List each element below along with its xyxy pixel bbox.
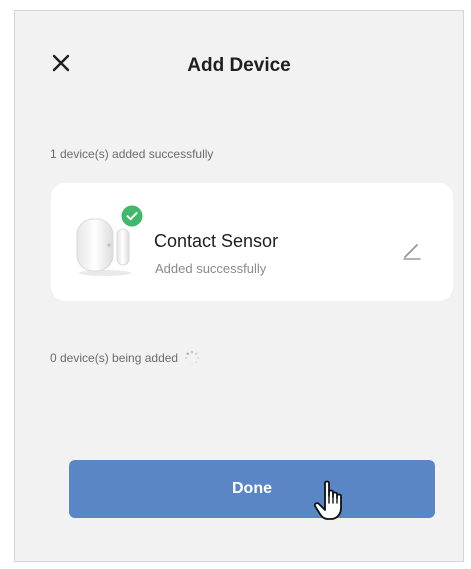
loading-spinner-icon <box>184 350 200 366</box>
done-button[interactable]: Done <box>69 460 435 518</box>
device-card[interactable]: Contact Sensor Added successfully <box>51 183 453 301</box>
adding-count-label: 0 device(s) being added <box>50 351 179 365</box>
added-count-label: 1 device(s) added successfully <box>50 147 214 161</box>
adding-count-row: 0 device(s) being added <box>50 350 200 366</box>
check-circle-icon <box>121 205 143 227</box>
device-status: Added successfully <box>155 261 267 276</box>
add-device-page: Add Device 1 device(s) added successfull… <box>14 10 464 562</box>
device-name: Contact Sensor <box>154 231 279 251</box>
page-title: Add Device <box>187 55 291 76</box>
screen: Add Device 1 device(s) added successfull… <box>0 0 471 569</box>
edit-pencil-icon[interactable] <box>401 239 423 261</box>
header: Add Device <box>15 11 463 121</box>
